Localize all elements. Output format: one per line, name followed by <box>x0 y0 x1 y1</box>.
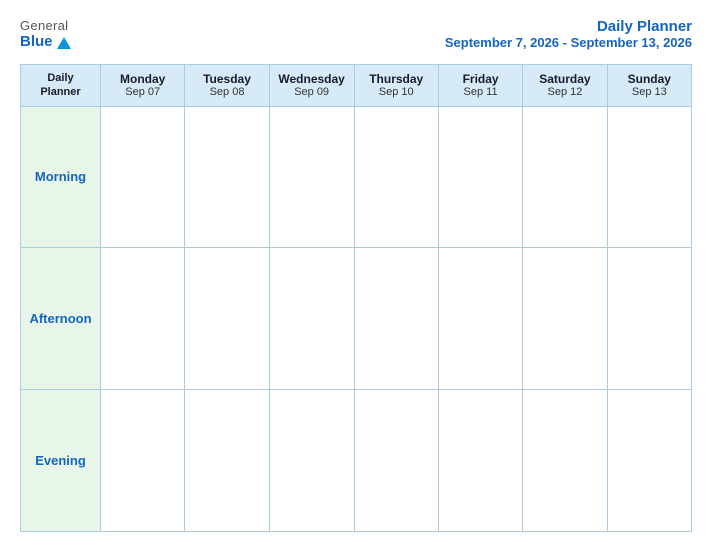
calendar-table: Daily Planner Monday Sep 07 Tuesday Sep … <box>20 64 692 532</box>
evening-row: Evening <box>21 390 692 532</box>
afternoon-monday[interactable] <box>101 248 185 390</box>
table-header-wednesday: Wednesday Sep 09 <box>269 65 354 107</box>
evening-wednesday[interactable] <box>269 390 354 532</box>
evening-thursday[interactable] <box>354 390 438 532</box>
table-header-thursday: Thursday Sep 10 <box>354 65 438 107</box>
evening-label: Evening <box>21 390 101 532</box>
table-header-sunday: Sunday Sep 13 <box>607 65 691 107</box>
afternoon-label: Afternoon <box>21 248 101 390</box>
afternoon-wednesday[interactable] <box>269 248 354 390</box>
logo-triangle-icon <box>57 37 71 49</box>
morning-row: Morning <box>21 106 692 248</box>
table-header-monday: Monday Sep 07 <box>101 65 185 107</box>
evening-saturday[interactable] <box>523 390 607 532</box>
header-title: Daily Planner September 7, 2026 - Septem… <box>445 18 692 50</box>
table-header-friday: Friday Sep 11 <box>438 65 522 107</box>
evening-sunday[interactable] <box>607 390 691 532</box>
evening-friday[interactable] <box>438 390 522 532</box>
afternoon-sunday[interactable] <box>607 248 691 390</box>
evening-monday[interactable] <box>101 390 185 532</box>
afternoon-saturday[interactable] <box>523 248 607 390</box>
evening-tuesday[interactable] <box>185 390 269 532</box>
logo-blue-text: Blue <box>20 33 71 50</box>
morning-label: Morning <box>21 106 101 248</box>
morning-thursday[interactable] <box>354 106 438 248</box>
table-header-daily-planner: Daily Planner <box>21 65 101 107</box>
morning-friday[interactable] <box>438 106 522 248</box>
table-header-saturday: Saturday Sep 12 <box>523 65 607 107</box>
morning-tuesday[interactable] <box>185 106 269 248</box>
morning-wednesday[interactable] <box>269 106 354 248</box>
morning-sunday[interactable] <box>607 106 691 248</box>
morning-saturday[interactable] <box>523 106 607 248</box>
dp-line1: Daily <box>25 71 96 85</box>
table-header-tuesday: Tuesday Sep 08 <box>185 65 269 107</box>
afternoon-tuesday[interactable] <box>185 248 269 390</box>
afternoon-row: Afternoon <box>21 248 692 390</box>
title-subtitle: September 7, 2026 - September 13, 2026 <box>445 35 692 50</box>
logo: General Blue <box>20 18 71 50</box>
table-header-row: Daily Planner Monday Sep 07 Tuesday Sep … <box>21 65 692 107</box>
afternoon-thursday[interactable] <box>354 248 438 390</box>
title-main: Daily Planner <box>445 18 692 35</box>
header: General Blue Daily Planner September 7, … <box>20 18 692 50</box>
page: General Blue Daily Planner September 7, … <box>0 0 712 550</box>
logo-general-text: General <box>20 18 68 33</box>
morning-monday[interactable] <box>101 106 185 248</box>
dp-line2: Planner <box>25 85 96 99</box>
afternoon-friday[interactable] <box>438 248 522 390</box>
